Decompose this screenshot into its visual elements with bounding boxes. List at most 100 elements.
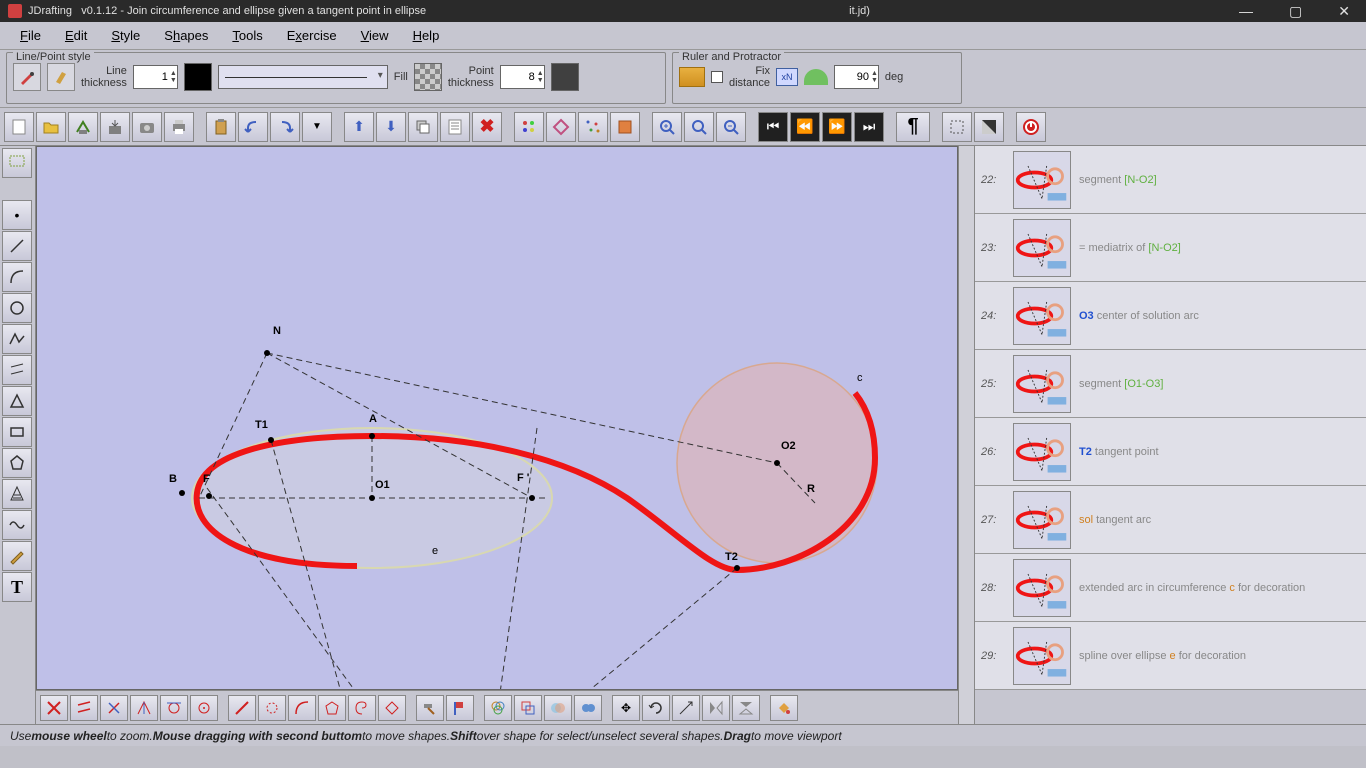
- eyedropper-button[interactable]: [13, 63, 41, 91]
- select-tool[interactable]: [2, 148, 32, 178]
- invert-button[interactable]: [974, 112, 1004, 142]
- point-thickness-spinner[interactable]: ▲▼: [500, 65, 545, 89]
- point-tool[interactable]: •: [2, 200, 32, 230]
- menu-exercise[interactable]: Exercise: [277, 24, 347, 47]
- history-item[interactable]: 27: sol tangent arc: [975, 486, 1366, 554]
- saveas-button[interactable]: [100, 112, 130, 142]
- delete-button[interactable]: ✖: [472, 112, 502, 142]
- history-item[interactable]: 28: extended arc in circumference c for …: [975, 554, 1366, 622]
- step-first-button[interactable]: ⏮: [758, 112, 788, 142]
- history-item[interactable]: 24: O3 center of solution arc: [975, 282, 1366, 350]
- bt-poly2[interactable]: [318, 695, 346, 721]
- menu-file[interactable]: File: [10, 24, 51, 47]
- zoom-in-button[interactable]: [652, 112, 682, 142]
- bt-arc2[interactable]: [288, 695, 316, 721]
- menu-style[interactable]: Style: [101, 24, 150, 47]
- bt-diamond2[interactable]: [378, 695, 406, 721]
- arc-tool[interactable]: [2, 262, 32, 292]
- history-item[interactable]: 25: segment [O1-O3]: [975, 350, 1366, 418]
- menu-tools[interactable]: Tools: [222, 24, 272, 47]
- rectangle-tool[interactable]: [2, 417, 32, 447]
- bt-bisect[interactable]: [130, 695, 158, 721]
- paste-button[interactable]: [206, 112, 236, 142]
- open-button[interactable]: [36, 112, 66, 142]
- menu-help[interactable]: Help: [403, 24, 450, 47]
- step-last-button[interactable]: ⏭: [854, 112, 884, 142]
- bt-3circles[interactable]: [484, 695, 512, 721]
- triangle-tool[interactable]: [2, 386, 32, 416]
- brush-button[interactable]: [47, 63, 75, 91]
- undo-button[interactable]: [238, 112, 268, 142]
- history-item[interactable]: 26: T2 tangent point: [975, 418, 1366, 486]
- bt-blue-circles[interactable]: [574, 695, 602, 721]
- menu-shapes[interactable]: Shapes: [154, 24, 218, 47]
- fill-swatch[interactable]: [414, 63, 442, 91]
- angle-input[interactable]: [835, 71, 871, 83]
- wave-tool[interactable]: [2, 510, 32, 540]
- bt-spiral[interactable]: [348, 695, 376, 721]
- polyline-tool[interactable]: [2, 324, 32, 354]
- protractor-icon[interactable]: [804, 69, 828, 85]
- step-forward-button[interactable]: ⏩: [822, 112, 852, 142]
- bt-mirror-v[interactable]: [732, 695, 760, 721]
- bt-x[interactable]: [40, 695, 68, 721]
- point-color-swatch[interactable]: [551, 63, 579, 91]
- line-thickness-input[interactable]: [134, 71, 170, 83]
- bt-venn[interactable]: [544, 695, 572, 721]
- line-color-swatch[interactable]: [184, 63, 212, 91]
- menu-edit[interactable]: Edit: [55, 24, 97, 47]
- history-item[interactable]: 22: segment [N-O2]: [975, 146, 1366, 214]
- bt-line2[interactable]: [228, 695, 256, 721]
- zoom-out-button[interactable]: [716, 112, 746, 142]
- line-style-dropdown[interactable]: ▾: [218, 65, 388, 89]
- step-back-button[interactable]: ⏪: [790, 112, 820, 142]
- bt-flag[interactable]: [446, 695, 474, 721]
- paragraph-button[interactable]: ¶: [896, 112, 930, 142]
- circle-tool[interactable]: [2, 293, 32, 323]
- redo-button[interactable]: [270, 112, 300, 142]
- export-image-button[interactable]: [132, 112, 162, 142]
- minimize-button[interactable]: —: [1231, 3, 1261, 20]
- ruler-icon[interactable]: [679, 67, 705, 87]
- copy-button[interactable]: [408, 112, 438, 142]
- text-tool[interactable]: T: [2, 572, 32, 602]
- bt-squares[interactable]: [514, 695, 542, 721]
- maximize-button[interactable]: ▢: [1281, 3, 1310, 20]
- move-up-button[interactable]: ⬆: [344, 112, 374, 142]
- hatch-tool[interactable]: [2, 479, 32, 509]
- angle-spinner[interactable]: ▲▼: [834, 65, 879, 89]
- bt-perp[interactable]: [100, 695, 128, 721]
- line-thickness-spinner[interactable]: ▲▼: [133, 65, 178, 89]
- dropdown-button[interactable]: ▼: [302, 112, 332, 142]
- power-button[interactable]: [1016, 112, 1046, 142]
- diamond-button[interactable]: [546, 112, 576, 142]
- bt-move[interactable]: ✥: [612, 695, 640, 721]
- bt-gear[interactable]: [258, 695, 286, 721]
- bt-parallel[interactable]: [70, 695, 98, 721]
- xn-button[interactable]: xN: [776, 68, 798, 86]
- select-all-button[interactable]: [942, 112, 972, 142]
- zoom-fit-button[interactable]: [684, 112, 714, 142]
- bt-tangent[interactable]: [160, 695, 188, 721]
- scatter-button[interactable]: [578, 112, 608, 142]
- print-button[interactable]: [164, 112, 194, 142]
- parallel-tool[interactable]: [2, 355, 32, 385]
- bt-rotate[interactable]: [642, 695, 670, 721]
- history-item[interactable]: 29: spline over ellipse e for decoration: [975, 622, 1366, 690]
- menu-view[interactable]: View: [351, 24, 399, 47]
- bt-scale[interactable]: [672, 695, 700, 721]
- bt-paint[interactable]: [770, 695, 798, 721]
- polygon-tool[interactable]: [2, 448, 32, 478]
- color-picker-button[interactable]: [514, 112, 544, 142]
- line-tool[interactable]: [2, 231, 32, 261]
- close-button[interactable]: ✕: [1330, 3, 1358, 20]
- move-down-button[interactable]: ⬇: [376, 112, 406, 142]
- point-thickness-input[interactable]: [501, 71, 537, 83]
- canvas-scrollbar[interactable]: [958, 146, 974, 724]
- new-button[interactable]: [4, 112, 34, 142]
- bt-mirror-h[interactable]: [702, 695, 730, 721]
- history-item[interactable]: 23: = mediatrix of [N-O2]: [975, 214, 1366, 282]
- bt-hammer[interactable]: [416, 695, 444, 721]
- drawing-canvas[interactable]: N T1 A B F O1 F ' O2 R T2 c e: [36, 146, 958, 690]
- fix-distance-checkbox[interactable]: [711, 71, 723, 83]
